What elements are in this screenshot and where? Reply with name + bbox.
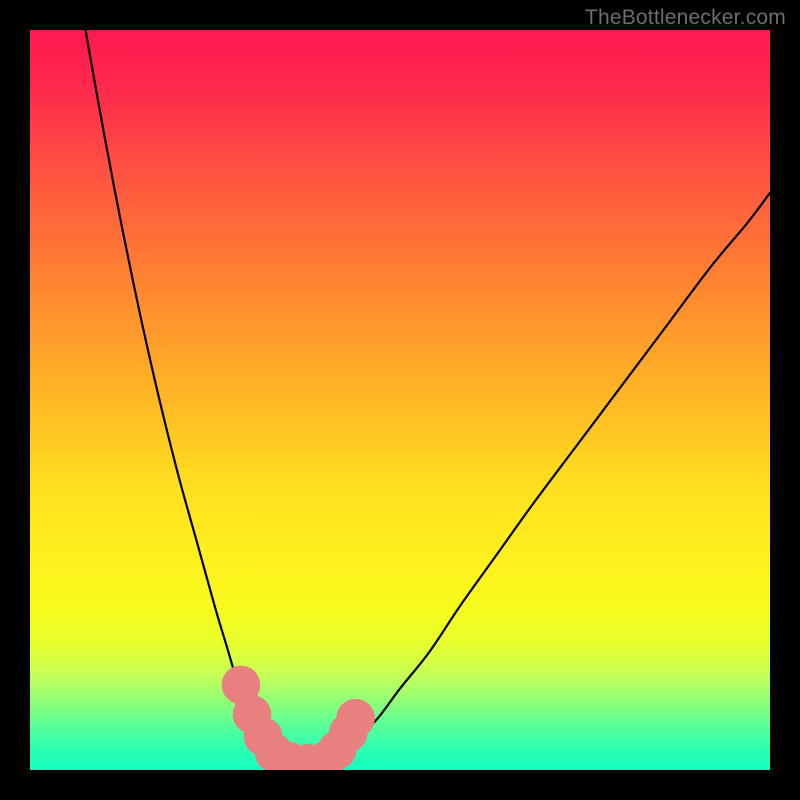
- marker-point: [336, 699, 375, 738]
- plot-area: [30, 30, 770, 770]
- watermark: TheBottlenecker.com: [585, 6, 786, 30]
- chart-frame: TheBottlenecker.com: [0, 0, 800, 800]
- curve-right-branch: [326, 193, 770, 763]
- curve-left-branch: [86, 30, 290, 764]
- bottleneck-curve: [30, 30, 770, 770]
